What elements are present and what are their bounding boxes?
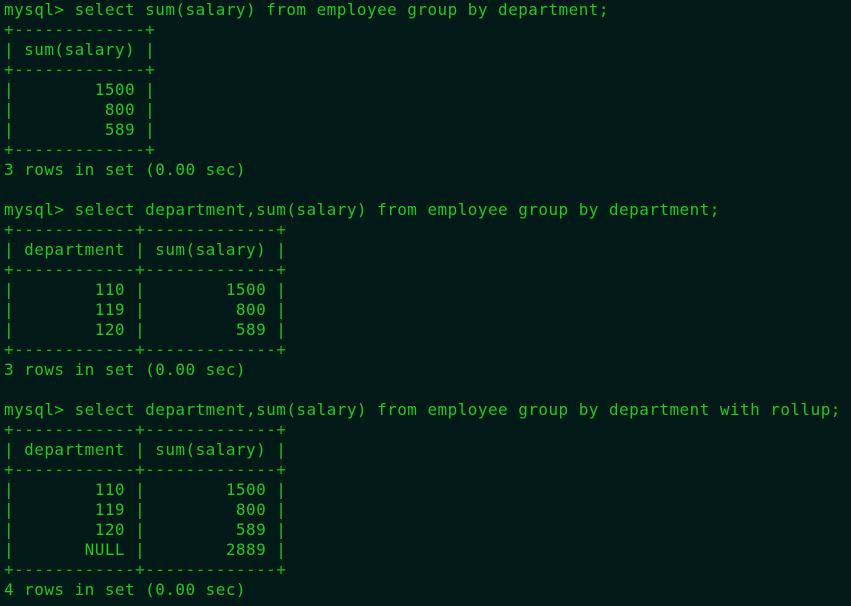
terminal-window[interactable]: mysql> select sum(salary) from employee … xyxy=(0,0,851,606)
table-row: | 800 | xyxy=(4,100,156,119)
result-summary: 4 rows in set (0.00 sec) xyxy=(4,580,246,599)
table-row: | 1500 | xyxy=(4,80,156,99)
command-line: mysql> select department,sum(salary) fro… xyxy=(4,200,720,219)
table-row: | 589 | xyxy=(4,120,156,139)
table-header-row: | sum(salary) | xyxy=(4,40,156,59)
command-line: mysql> select department,sum(salary) fro… xyxy=(4,400,841,419)
table-header-row: | department | sum(salary) | xyxy=(4,240,287,259)
table-border: +-------------+ xyxy=(4,20,156,39)
result-summary: 3 rows in set (0.00 sec) xyxy=(4,360,246,379)
table-row: | 110 | 1500 | xyxy=(4,480,287,499)
table-border: +------------+-------------+ xyxy=(4,260,287,279)
table-border: +------------+-------------+ xyxy=(4,420,287,439)
table-border: +------------+-------------+ xyxy=(4,220,287,239)
table-border: +------------+-------------+ xyxy=(4,560,287,579)
table-border: +-------------+ xyxy=(4,140,156,159)
table-header-row: | department | sum(salary) | xyxy=(4,440,287,459)
table-border: +------------+-------------+ xyxy=(4,460,287,479)
table-row: | 110 | 1500 | xyxy=(4,280,287,299)
table-row: | 119 | 800 | xyxy=(4,300,287,319)
table-row: | 120 | 589 | xyxy=(4,520,287,539)
table-border: +------------+-------------+ xyxy=(4,340,287,359)
table-row: | 120 | 589 | xyxy=(4,320,287,339)
result-summary: 3 rows in set (0.00 sec) xyxy=(4,160,246,179)
command-line: mysql> select sum(salary) from employee … xyxy=(4,0,609,19)
table-border: +-------------+ xyxy=(4,60,156,79)
table-row: | 119 | 800 | xyxy=(4,500,287,519)
table-row: | NULL | 2889 | xyxy=(4,540,287,559)
